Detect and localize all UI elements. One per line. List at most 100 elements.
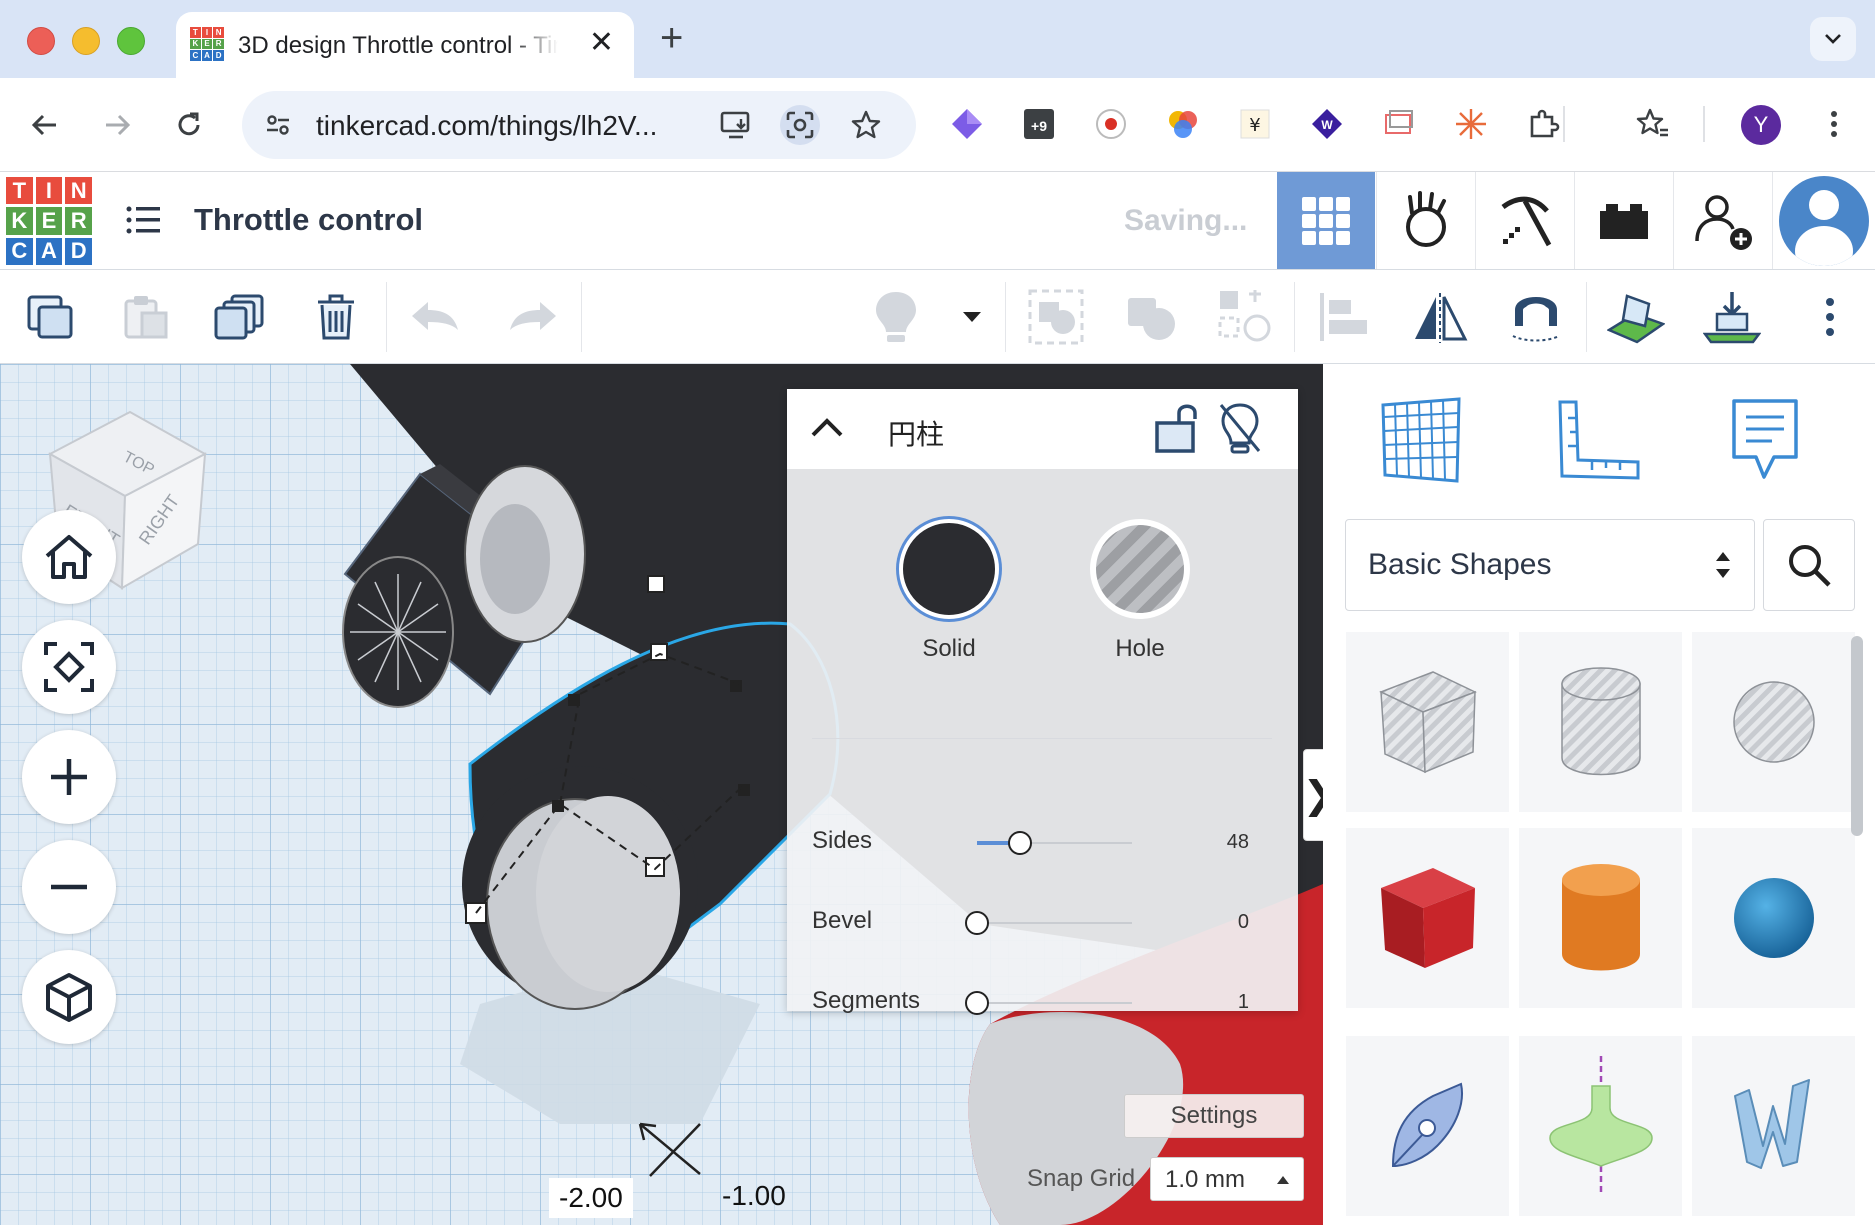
dimension-label-y[interactable]: -1.00 bbox=[712, 1176, 796, 1216]
notes-button[interactable] bbox=[1715, 390, 1815, 490]
home-view-button[interactable] bbox=[22, 510, 116, 604]
hide-shape-button[interactable] bbox=[1217, 401, 1263, 460]
sim-lab-button[interactable] bbox=[1376, 172, 1474, 269]
design-menu-icon[interactable] bbox=[126, 204, 160, 241]
extension-window-icon[interactable] bbox=[1377, 102, 1421, 146]
extension-gem-icon[interactable] bbox=[945, 102, 989, 146]
solid-color-swatch[interactable] bbox=[899, 519, 999, 619]
delete-button[interactable] bbox=[300, 270, 372, 364]
extensions-puzzle-icon[interactable] bbox=[1521, 102, 1565, 146]
user-avatar bbox=[1779, 175, 1869, 266]
reload-button[interactable] bbox=[166, 102, 212, 148]
minus-icon bbox=[51, 884, 87, 890]
new-tab-button[interactable]: + bbox=[660, 18, 683, 58]
reading-list-icon[interactable] bbox=[1631, 102, 1675, 146]
group-button[interactable] bbox=[1020, 270, 1092, 364]
more-options-button[interactable] bbox=[1800, 270, 1860, 364]
undo-button[interactable] bbox=[400, 270, 472, 364]
lock-button[interactable] bbox=[1153, 401, 1199, 460]
redo-button[interactable] bbox=[496, 270, 568, 364]
ruler-button[interactable] bbox=[1696, 270, 1768, 364]
tinkercad-logo[interactable]: T I N K E R C A D bbox=[6, 177, 92, 265]
shape-paraboloid[interactable] bbox=[1519, 1036, 1682, 1216]
tinkercad-favicon-icon: TIN KER CAD bbox=[190, 27, 224, 61]
extension-counter-icon[interactable]: +9 bbox=[1017, 102, 1061, 146]
ruler-button[interactable] bbox=[1549, 390, 1649, 490]
duplicate-button[interactable] bbox=[204, 270, 276, 364]
tab-search-button[interactable] bbox=[1810, 17, 1856, 61]
show-all-button[interactable] bbox=[860, 270, 932, 364]
design-title[interactable]: Throttle control bbox=[194, 202, 423, 238]
bevel-value[interactable]: 0 bbox=[1238, 911, 1249, 934]
user-profile-button[interactable] bbox=[1772, 172, 1875, 269]
mirror-button[interactable] bbox=[1404, 270, 1476, 364]
align-button[interactable] bbox=[1308, 270, 1380, 364]
snap-grid-select[interactable]: 1.0 mm bbox=[1150, 1157, 1304, 1201]
auto-group-button[interactable] bbox=[1210, 270, 1282, 364]
sides-value[interactable]: 48 bbox=[1227, 831, 1249, 854]
zoom-in-button[interactable] bbox=[22, 730, 116, 824]
window-close-button[interactable] bbox=[27, 27, 55, 55]
panel-scrollbar[interactable] bbox=[1851, 636, 1863, 836]
shape-box[interactable] bbox=[1346, 828, 1509, 1008]
forward-button[interactable] bbox=[94, 102, 140, 148]
invite-button[interactable] bbox=[1673, 172, 1771, 269]
back-button[interactable] bbox=[22, 102, 68, 148]
copy-button[interactable] bbox=[14, 270, 86, 364]
brick-icon bbox=[1599, 203, 1648, 239]
cruise-button[interactable] bbox=[1500, 270, 1572, 364]
workplane-button[interactable] bbox=[1600, 270, 1672, 364]
shape-text[interactable] bbox=[1692, 1036, 1855, 1216]
address-bar[interactable]: tinkercad.com/things/lh2V... bbox=[242, 91, 916, 159]
ungroup-button[interactable] bbox=[1116, 270, 1188, 364]
sides-slider-knob[interactable] bbox=[1008, 831, 1033, 855]
bookmark-star-icon[interactable] bbox=[846, 105, 886, 145]
shape-cylinder-hole[interactable] bbox=[1519, 632, 1682, 812]
settings-button[interactable]: Settings bbox=[1124, 1094, 1304, 1138]
collapse-inspector-button[interactable] bbox=[809, 409, 845, 450]
shape-search-button[interactable] bbox=[1763, 519, 1855, 611]
tab-close-icon[interactable]: ✕ bbox=[589, 28, 614, 58]
bevel-slider-knob[interactable] bbox=[965, 911, 989, 935]
dimension-label-x[interactable]: -2.00 bbox=[549, 1178, 633, 1218]
perspective-toggle-button[interactable] bbox=[22, 950, 116, 1044]
shape-box-hole[interactable] bbox=[1346, 632, 1509, 812]
extension-record-icon[interactable] bbox=[1089, 102, 1133, 146]
svg-text:W: W bbox=[1321, 118, 1333, 132]
fit-view-button[interactable] bbox=[22, 620, 116, 714]
install-app-icon[interactable] bbox=[716, 105, 756, 145]
shape-library-select[interactable]: Basic Shapes bbox=[1345, 519, 1755, 611]
sides-slider[interactable] bbox=[977, 831, 1132, 855]
extension-color-icon[interactable] bbox=[1161, 102, 1205, 146]
browser-menu-icon[interactable] bbox=[1812, 102, 1856, 146]
toolbar-separator bbox=[1005, 282, 1006, 352]
extension-yen-icon[interactable]: ¥ bbox=[1233, 102, 1277, 146]
url-text[interactable]: tinkercad.com/things/lh2V... bbox=[316, 110, 657, 142]
3d-design-view-button[interactable] bbox=[1277, 172, 1375, 269]
bevel-slider[interactable] bbox=[965, 911, 1132, 935]
extension-w-icon[interactable]: W bbox=[1305, 102, 1349, 146]
shape-scribble[interactable] bbox=[1346, 1036, 1509, 1216]
zoom-out-button[interactable] bbox=[22, 840, 116, 934]
segments-value[interactable]: 1 bbox=[1238, 991, 1249, 1014]
blocks-view-button[interactable] bbox=[1475, 172, 1573, 269]
extension-burst-icon[interactable] bbox=[1449, 102, 1493, 146]
browser-tab[interactable]: TIN KER CAD 3D design Throttle control -… bbox=[176, 12, 634, 78]
shape-cylinder[interactable] bbox=[1519, 828, 1682, 1008]
site-settings-icon[interactable] bbox=[258, 105, 298, 145]
segments-slider[interactable] bbox=[965, 991, 1132, 1015]
paste-button[interactable] bbox=[110, 270, 182, 364]
shape-sphere-hole[interactable] bbox=[1692, 632, 1855, 812]
shape-sphere[interactable] bbox=[1692, 828, 1855, 1008]
window-minimize-button[interactable] bbox=[72, 27, 100, 55]
visibility-dropdown-button[interactable] bbox=[946, 270, 998, 364]
bricks-view-button[interactable] bbox=[1574, 172, 1672, 269]
window-maximize-button[interactable] bbox=[117, 27, 145, 55]
profile-avatar[interactable]: Y bbox=[1741, 105, 1781, 145]
workplane-grid-button[interactable] bbox=[1371, 390, 1471, 490]
hole-swatch[interactable] bbox=[1090, 519, 1190, 619]
logo-letter: N bbox=[65, 177, 92, 205]
segments-slider-knob[interactable] bbox=[965, 991, 989, 1015]
trash-icon bbox=[318, 294, 354, 340]
google-lens-icon[interactable] bbox=[780, 105, 820, 145]
